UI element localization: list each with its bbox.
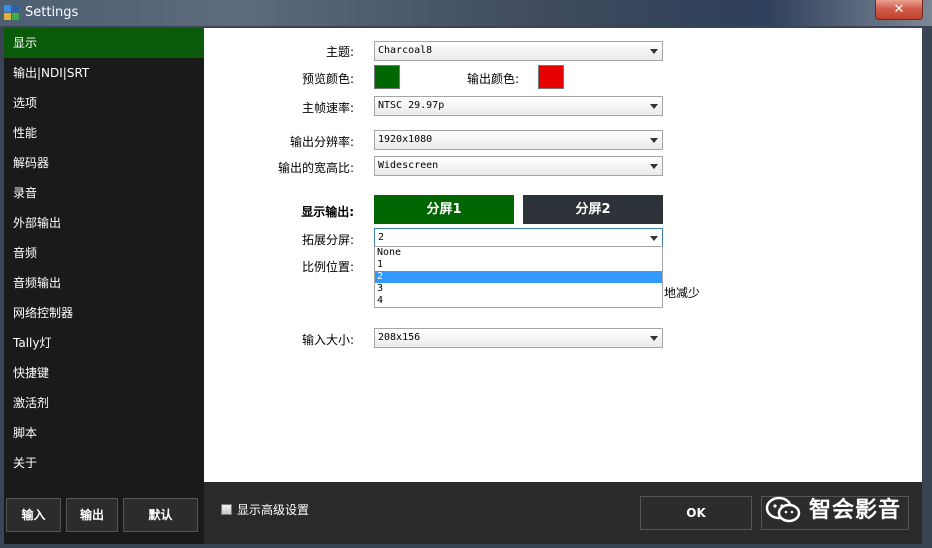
- sidebar-item[interactable]: 音频输出: [4, 268, 204, 298]
- sidebar-item[interactable]: 快捷键: [4, 358, 204, 388]
- sidebar-item[interactable]: 网络控制器: [4, 298, 204, 328]
- theme-select[interactable]: Charcoal8: [374, 41, 663, 61]
- title-bar: Settings ✕: [0, 0, 932, 26]
- export-button[interactable]: 输出: [66, 498, 118, 532]
- scale-position-partial-text: 地减少: [664, 286, 701, 300]
- output-color-swatch[interactable]: [538, 65, 564, 89]
- extend-split-label: 拓展分屏:: [301, 233, 354, 247]
- theme-label: 主题:: [325, 45, 354, 59]
- scale-position-label: 比例位置:: [301, 260, 354, 274]
- extend-split-dropdown: None 1 2 3 4: [374, 246, 663, 308]
- close-button[interactable]: ✕: [875, 0, 923, 20]
- split1-button[interactable]: 分屏1: [374, 195, 514, 224]
- split2-button[interactable]: 分屏2: [523, 195, 663, 224]
- aspect-ratio-select[interactable]: Widescreen: [374, 156, 663, 176]
- aspect-ratio-label: 输出的宽高比:: [277, 161, 354, 175]
- chevron-down-icon: [650, 49, 658, 54]
- dropdown-option[interactable]: 1: [375, 259, 662, 271]
- sidebar-buttons: 输入 输出 默认: [4, 498, 204, 532]
- frame-rate-label: 主帧速率:: [301, 101, 354, 115]
- sidebar: 显示 输出|NDI|SRT 选项 性能 解码器 录音 外部输出 音频 音频输出 网络控制器 Tall…: [4, 28, 204, 544]
- chevron-down-icon: [650, 336, 658, 341]
- watermark-text: 智会影音: [809, 498, 902, 523]
- sidebar-item[interactable]: 录音: [4, 178, 204, 208]
- chevron-down-icon: [650, 104, 658, 109]
- import-button[interactable]: 输入: [6, 498, 61, 532]
- settings-panel: 主题: Charcoal8 预览颜色: 输出颜色: 主帧速率: NTSC 29.…: [204, 28, 922, 482]
- sidebar-item[interactable]: Tally灯: [4, 328, 204, 358]
- chevron-down-icon: [650, 164, 658, 169]
- sidebar-item[interactable]: 激活剂: [4, 388, 204, 418]
- dropdown-option[interactable]: None: [375, 247, 662, 259]
- ok-button[interactable]: OK: [640, 496, 752, 530]
- input-size-select[interactable]: 208x156: [374, 328, 663, 348]
- chevron-down-icon: [650, 236, 658, 241]
- sidebar-item[interactable]: 选项: [4, 88, 204, 118]
- default-button[interactable]: 默认: [123, 498, 198, 532]
- sidebar-item[interactable]: 输出|NDI|SRT: [4, 58, 204, 88]
- theme-value: Charcoal8: [378, 45, 433, 56]
- output-resolution-select[interactable]: 1920x1080: [374, 130, 663, 150]
- sidebar-item[interactable]: 关于: [4, 448, 204, 478]
- output-resolution-value: 1920x1080: [378, 134, 433, 145]
- extend-split-select[interactable]: 2: [374, 228, 663, 248]
- frame-rate-select[interactable]: NTSC 29.97p: [374, 96, 663, 116]
- advanced-settings-label: 显示高级设置: [237, 503, 310, 517]
- frame-rate-value: NTSC 29.97p: [378, 100, 445, 111]
- sidebar-item[interactable]: 外部输出: [4, 208, 204, 238]
- input-size-label: 输入大小:: [301, 333, 354, 347]
- sidebar-item[interactable]: 音频: [4, 238, 204, 268]
- advanced-settings-checkbox[interactable]: [221, 504, 232, 515]
- wechat-icon: [765, 496, 801, 523]
- app-icon: [4, 5, 20, 21]
- window-title: Settings: [25, 5, 79, 20]
- preview-color-label: 预览颜色:: [301, 72, 354, 86]
- sidebar-item[interactable]: 解码器: [4, 148, 204, 178]
- dropdown-option[interactable]: 3: [375, 283, 662, 295]
- output-color-label: 输出颜色:: [466, 72, 519, 86]
- sidebar-item[interactable]: 显示: [4, 28, 204, 58]
- sidebar-item[interactable]: 脚本: [4, 418, 204, 448]
- dropdown-option[interactable]: 4: [375, 295, 662, 307]
- display-output-label: 显示输出:: [301, 205, 354, 219]
- output-resolution-label: 输出分辨率:: [289, 135, 354, 149]
- sidebar-list: 显示 输出|NDI|SRT 选项 性能 解码器 录音 外部输出 音频 音频输出 网络控制器 Tall…: [4, 28, 204, 478]
- chevron-down-icon: [650, 138, 658, 143]
- sidebar-item[interactable]: 性能: [4, 118, 204, 148]
- input-size-value: 208x156: [378, 332, 421, 343]
- dropdown-option[interactable]: 2: [375, 271, 662, 283]
- aspect-ratio-value: Widescreen: [378, 160, 439, 171]
- extend-split-value: 2: [378, 232, 385, 243]
